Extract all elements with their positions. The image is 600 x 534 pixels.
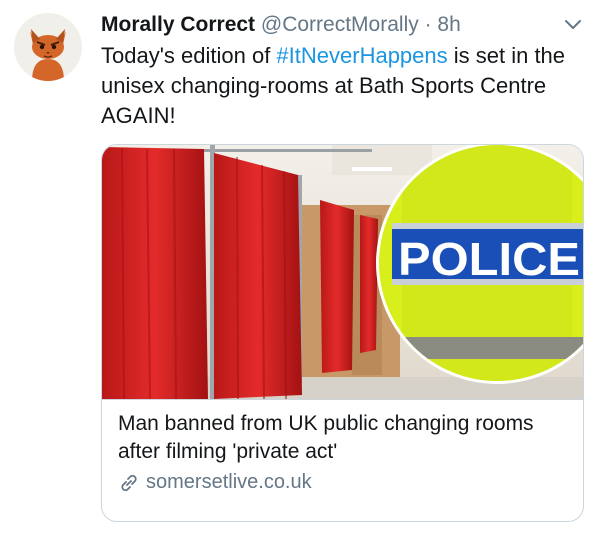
author-handle[interactable]: @CorrectMorally <box>261 13 419 36</box>
police-badge-text: POLICE <box>398 233 580 285</box>
card-title[interactable]: Man banned from UK public changing rooms… <box>118 410 558 466</box>
avatar[interactable] <box>14 13 82 81</box>
cat-avatar-icon <box>14 13 82 81</box>
link-icon <box>121 474 137 491</box>
author-name[interactable]: Morally Correct <box>101 13 255 36</box>
timestamp[interactable]: 8h <box>437 13 460 36</box>
tweet-text: Today's edition of #ItNeverHappens is se… <box>101 41 571 131</box>
hashtag-link[interactable]: #ItNeverHappens <box>276 43 447 68</box>
tweet-text-before: Today's edition of <box>101 43 277 68</box>
separator-dot: · <box>424 13 432 36</box>
link-card[interactable]: POLICE Man banned from UK public changin… <box>101 144 584 522</box>
tweet-menu-button[interactable] <box>564 18 582 32</box>
card-image[interactable]: POLICE <box>102 145 584 399</box>
card-domain: somersetlive.co.uk <box>146 471 312 493</box>
chevron-down-icon <box>565 20 581 29</box>
card-domain-link[interactable]: somersetlive.co.uk <box>118 471 312 494</box>
card-body[interactable]: Man banned from UK public changing rooms… <box>102 399 583 493</box>
tweet-header: Morally Correct @CorrectMorally · 8h <box>101 13 461 37</box>
